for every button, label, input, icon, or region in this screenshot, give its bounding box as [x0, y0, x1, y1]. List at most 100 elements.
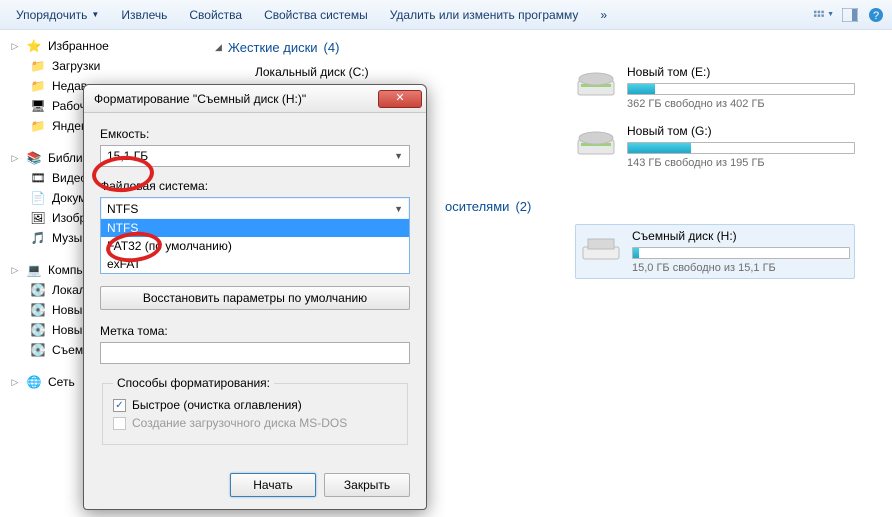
- toolbar-organize[interactable]: Упорядочить▼: [6, 5, 109, 25]
- sidebar-item-label: Компь: [48, 263, 83, 277]
- toolbar-system-properties[interactable]: Свойства системы: [254, 5, 378, 25]
- drive-name: Съемный диск (H:): [632, 229, 850, 243]
- drive-icon: 💽: [30, 302, 46, 318]
- msdos-boot-row: Создание загрузочного диска MS-DOS: [113, 416, 397, 430]
- drive-free-text: 15,0 ГБ свободно из 15,1 ГБ: [632, 262, 850, 274]
- sidebar-item-label: Загрузки: [52, 59, 100, 73]
- section-count: (2): [515, 199, 531, 214]
- toolbar-overflow[interactable]: »: [590, 5, 617, 25]
- hdd-icon: [575, 65, 617, 101]
- chevron-down-icon: ▼: [91, 10, 99, 19]
- view-small-icons-button[interactable]: ▼: [814, 5, 834, 25]
- hdd-icon: [575, 124, 617, 160]
- section-title: осителями: [445, 199, 509, 214]
- volume-label-label: Метка тома:: [100, 324, 410, 338]
- folder-icon: 📁: [30, 58, 46, 74]
- explorer-toolbar: Упорядочить▼ Извлечь Свойства Свойства с…: [0, 0, 892, 30]
- sidebar-item-label: Новы: [52, 303, 82, 317]
- capacity-label: Емкость:: [100, 127, 410, 141]
- sidebar-item-label: Съем: [52, 343, 83, 357]
- section-count: (4): [324, 40, 340, 55]
- collapse-icon: ▷: [10, 377, 20, 388]
- section-hard-drives[interactable]: ◢ Жесткие диски (4): [215, 40, 872, 55]
- sidebar-downloads[interactable]: 📁 Загрузки: [8, 56, 195, 76]
- quick-format-row[interactable]: Быстрое (очистка оглавления): [113, 398, 397, 412]
- drive-item-g[interactable]: Новый том (G:) 143 ГБ свободно из 195 ГБ: [575, 124, 855, 169]
- toolbar-uninstall-change[interactable]: Удалить или изменить программу: [380, 5, 589, 25]
- preview-pane-button[interactable]: [840, 5, 860, 25]
- collapse-icon: ▷: [10, 153, 20, 164]
- sidebar-item-label: Изобр: [52, 211, 86, 225]
- filesystem-value: NTFS: [107, 202, 138, 216]
- filesystem-label: Файловая система:: [100, 179, 410, 193]
- help-icon[interactable]: ?: [866, 5, 886, 25]
- sidebar-item-label: Сеть: [48, 375, 75, 389]
- format-dialog: Форматирование "Съемный диск (H:)" ✕ Емк…: [83, 84, 427, 510]
- chevron-down-icon: ▼: [394, 151, 403, 161]
- drive-name: Новый том (E:): [627, 65, 855, 79]
- music-icon: 🎵: [30, 230, 46, 246]
- sidebar-item-label: Музы: [52, 231, 82, 245]
- toolbar-properties[interactable]: Свойства: [179, 5, 252, 25]
- drive-icon: 💽: [30, 322, 46, 338]
- sidebar-item-label: Видео: [52, 171, 87, 185]
- close-button[interactable]: ✕: [378, 90, 422, 108]
- drive-usage-fill: [628, 84, 655, 94]
- sidebar-item-label: Докум: [52, 191, 86, 205]
- expand-icon: ▷: [10, 265, 20, 276]
- star-icon: ⭐: [26, 38, 42, 54]
- drive-usage-bar: [632, 247, 850, 259]
- drive-item-h[interactable]: Съемный диск (H:) 15,0 ГБ свободно из 15…: [575, 224, 855, 279]
- capacity-dropdown[interactable]: 15,1 ГБ ▼: [100, 145, 410, 167]
- computer-icon: 💻: [26, 262, 42, 278]
- filesystem-option-fat32[interactable]: FAT32 (по умолчанию): [101, 237, 409, 255]
- removable-drive-icon: [580, 229, 622, 265]
- drive-icon: 💽: [30, 282, 46, 298]
- close-dialog-button[interactable]: Закрыть: [324, 473, 410, 497]
- library-icon: 📚: [26, 150, 42, 166]
- drive-usage-fill: [633, 248, 639, 258]
- sidebar-item-label: Недав: [52, 79, 87, 93]
- chevron-down-icon: ▼: [394, 204, 403, 214]
- capacity-value: 15,1 ГБ: [107, 149, 148, 163]
- close-icon: ✕: [395, 93, 404, 104]
- volume-label-input[interactable]: [100, 342, 410, 364]
- picture-icon: 🖼: [30, 210, 46, 226]
- svg-text:?: ?: [873, 10, 879, 22]
- filesystem-option-exfat[interactable]: exFAT: [101, 255, 409, 273]
- section-removable[interactable]: осителями (2): [445, 199, 872, 214]
- restore-defaults-button[interactable]: Восстановить параметры по умолчанию: [100, 286, 410, 310]
- sidebar-item-label: Локал: [52, 283, 86, 297]
- video-icon: 🎞: [30, 170, 46, 186]
- filesystem-dropdown[interactable]: NTFS ▼: [100, 197, 410, 219]
- sidebar-item-label: Яндек: [52, 119, 86, 133]
- section-title: Жесткие диски: [228, 40, 318, 55]
- drive-item-e[interactable]: Новый том (E:) 362 ГБ свободно из 402 ГБ: [575, 65, 855, 110]
- format-options-group: Способы форматирования: Быстрое (очистка…: [102, 376, 408, 445]
- start-button[interactable]: Начать: [230, 473, 316, 497]
- chevron-down-icon: ▼: [827, 11, 834, 18]
- sidebar-favorites[interactable]: ▷ ⭐ Избранное: [8, 36, 195, 56]
- dialog-title: Форматирование "Съемный диск (H:)": [94, 92, 306, 106]
- drive-usage-bar: [627, 83, 855, 95]
- filesystem-option-ntfs[interactable]: NTFS: [101, 219, 409, 237]
- network-icon: 🌐: [26, 374, 42, 390]
- drive-usage-fill: [628, 143, 691, 153]
- drive-free-text: 143 ГБ свободно из 195 ГБ: [627, 157, 855, 169]
- toolbar-right-group: ▼ ?: [814, 5, 886, 25]
- dialog-titlebar[interactable]: Форматирование "Съемный диск (H:)" ✕: [84, 85, 426, 113]
- drive-icon: 💽: [30, 342, 46, 358]
- chevron-right-icon: »: [600, 8, 607, 22]
- msdos-boot-label: Создание загрузочного диска MS-DOS: [132, 416, 347, 430]
- sidebar-item-label: Новы: [52, 323, 82, 337]
- sidebar-item-label: Избранное: [48, 39, 109, 53]
- folder-icon: 📁: [30, 78, 46, 94]
- filesystem-dropdown-list: NTFS FAT32 (по умолчанию) exFAT: [100, 219, 410, 274]
- collapse-icon: ◢: [215, 42, 222, 53]
- document-icon: 📄: [30, 190, 46, 206]
- toolbar-extract[interactable]: Извлечь: [111, 5, 177, 25]
- sidebar-item-label: Рабоч: [52, 99, 86, 113]
- collapse-icon: ▷: [10, 41, 20, 52]
- drive-name: Новый том (G:): [627, 124, 855, 138]
- checkbox-checked-icon[interactable]: [113, 399, 126, 412]
